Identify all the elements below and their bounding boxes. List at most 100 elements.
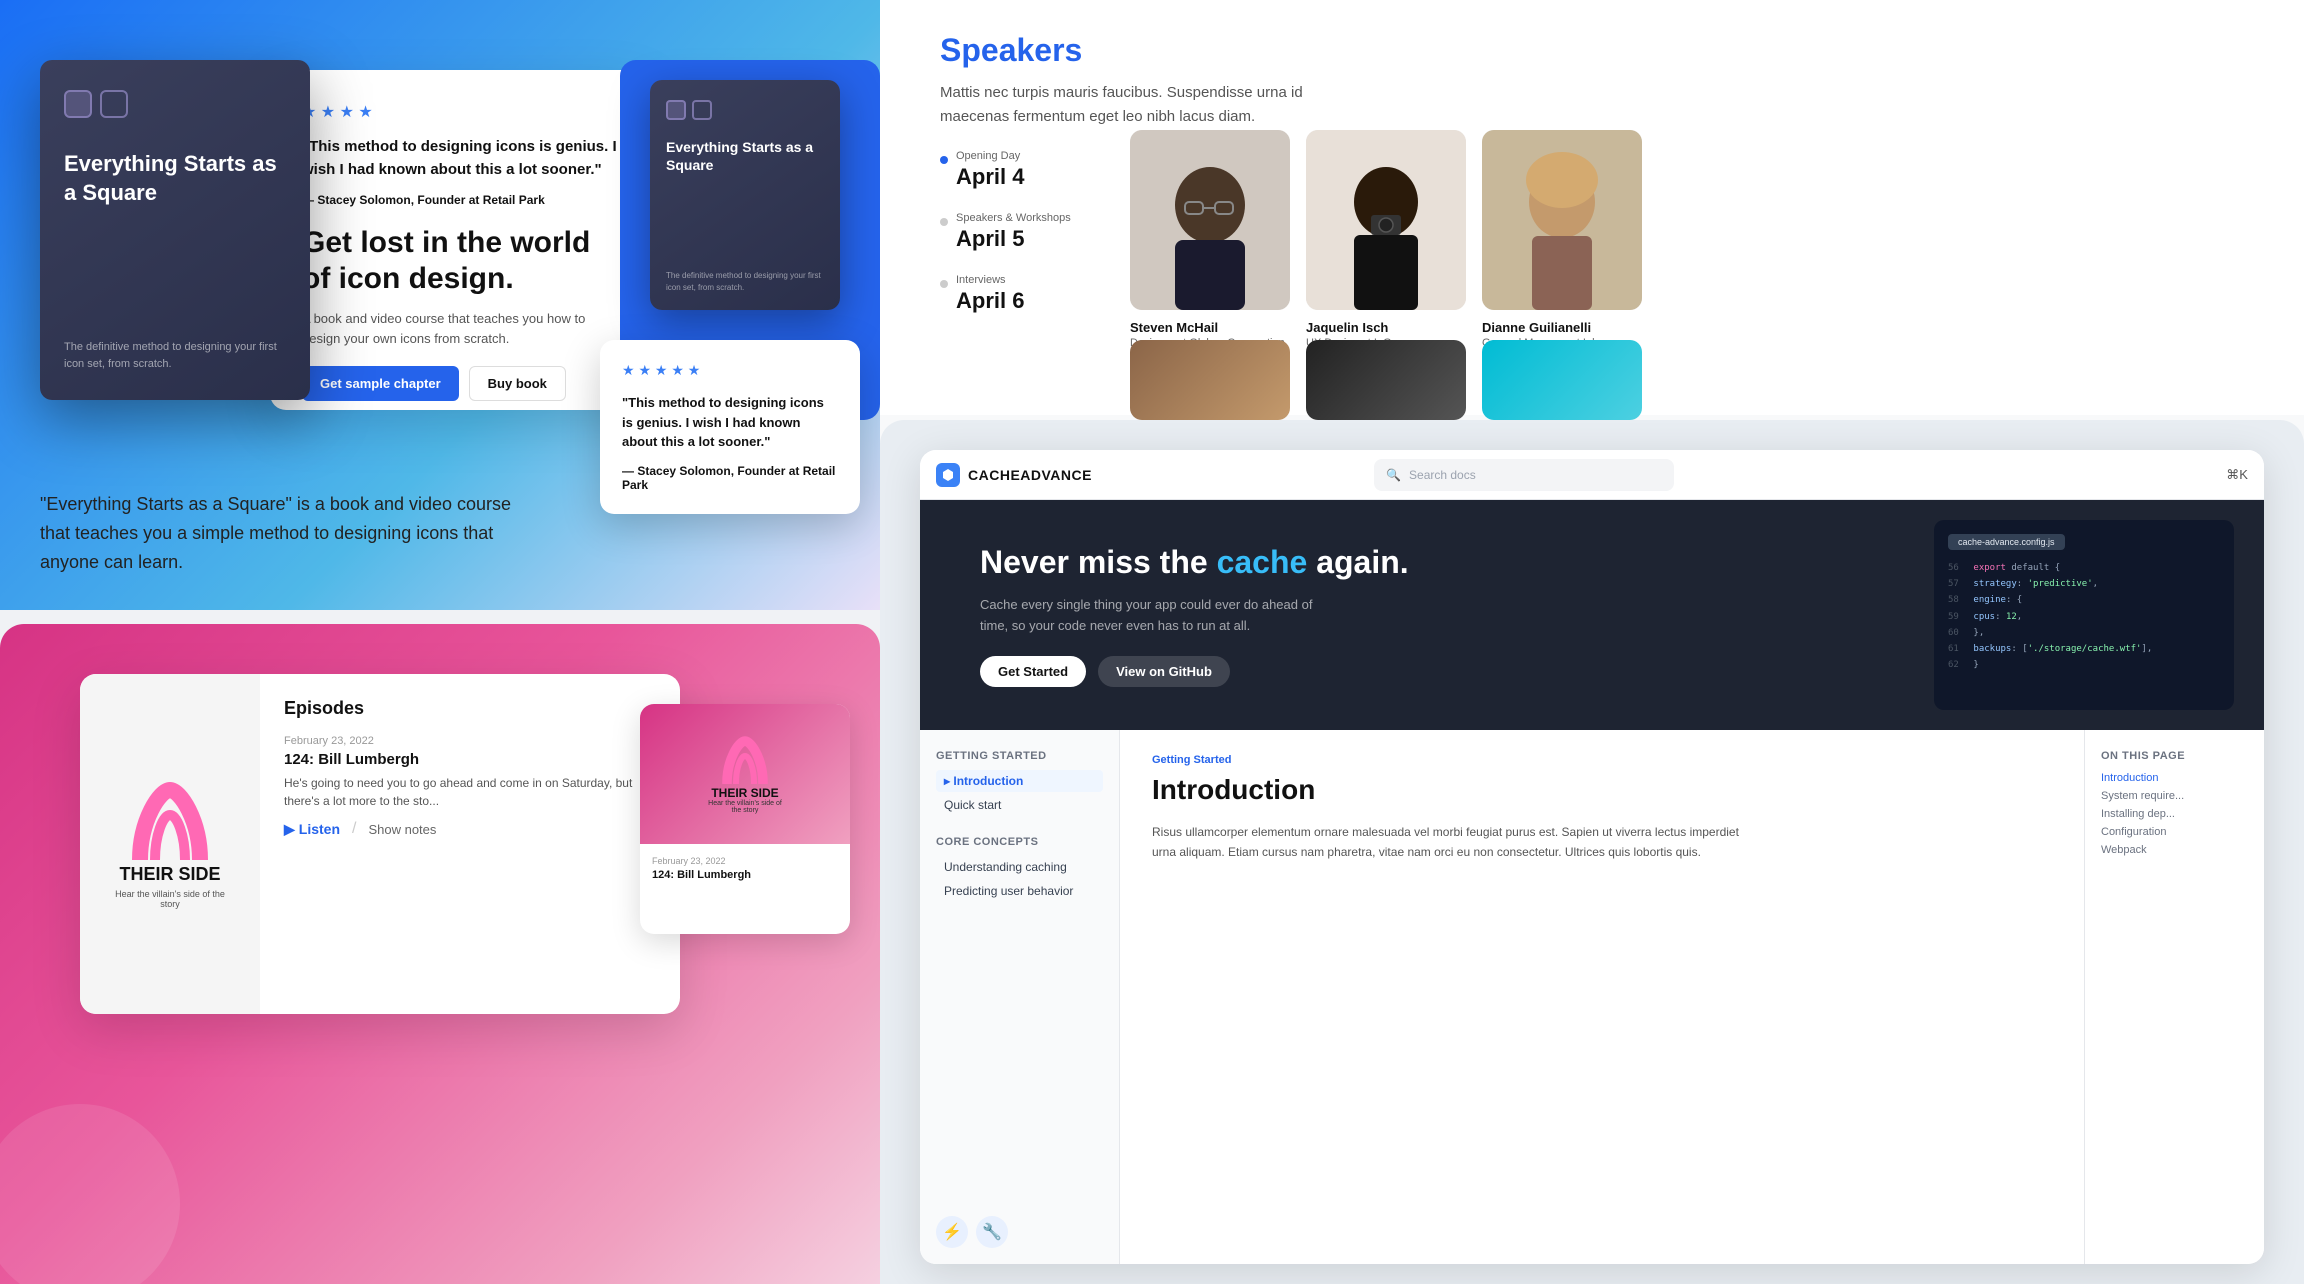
their-side-logo-icon <box>120 780 220 860</box>
icon-square-filled <box>64 90 92 118</box>
getting-started-breadcrumb: Getting Started <box>1152 754 2052 766</box>
get-started-button[interactable]: Get Started <box>980 656 1086 687</box>
docs-sidebar: Getting started ▸ Introduction Quick sta… <box>920 730 1120 1264</box>
their-side-logo: THEIR SIDE Hear the villain's side of th… <box>110 780 230 909</box>
search-icon: 🔍 <box>1386 468 1401 482</box>
product-heading: Get lost in the world of icon design. <box>302 225 618 297</box>
play-icon: ▶ <box>284 821 295 838</box>
docs-content: Getting Started Introduction Risus ullam… <box>1120 730 2084 1264</box>
docs-toc: On this page Introduction System require… <box>2084 730 2264 1264</box>
hero-title-part2: again. <box>1316 544 1408 580</box>
podcast-card-small: THEIR SIDE Hear the villain's side of th… <box>640 704 850 934</box>
search-placeholder: Search docs <box>1409 468 1476 482</box>
code-line-1: 57 strategy: 'predictive', <box>1948 576 2220 592</box>
small-podcast-logo-icon <box>715 734 775 784</box>
code-line-6: 62 } <box>1948 657 2220 673</box>
icon-sq-filled-sm <box>666 100 686 120</box>
schedule-date-1: April 5 <box>956 226 1140 252</box>
view-github-button[interactable]: View on GitHub <box>1098 656 1230 687</box>
small-their-side-logo: THEIR SIDE Hear the villain's side of th… <box>705 734 785 814</box>
speaker-photo-2 <box>1482 130 1642 310</box>
small-podcast-bg: THEIR SIDE Hear the villain's side of th… <box>640 704 850 844</box>
small-podcast-content: February 23, 2022 124: Bill Lumbergh <box>640 844 850 893</box>
schedule-item-2[interactable]: Interviews April 6 <box>940 274 1140 314</box>
listen-button[interactable]: ▶ Listen <box>284 821 340 838</box>
small-ep-title: 124: Bill Lumbergh <box>652 869 838 881</box>
their-side-sub: Hear the villain's side of the story <box>110 889 230 909</box>
hero-title-part1: Never miss the <box>980 544 1208 580</box>
episode-date: February 23, 2022 <box>284 735 656 747</box>
small-book-title: Everything Starts as a Square <box>666 138 830 174</box>
speakers-title: Speakers <box>940 32 2244 69</box>
small-ep-date: February 23, 2022 <box>652 856 838 866</box>
review-float-card: ★ ★ ★ ★ ★ "This method to designing icon… <box>600 340 860 514</box>
small-their-side-title: THEIR SIDE <box>711 786 778 800</box>
show-notes-button[interactable]: Show notes <box>368 822 436 837</box>
cache-logo-icon <box>936 463 960 487</box>
browser-search-bar[interactable]: 🔍 Search docs <box>1374 459 1674 491</box>
code-panel: cache-advance.config.js 56 export defaul… <box>1934 520 2234 710</box>
speaker-name-2: Dianne Guilianelli <box>1482 320 1642 335</box>
small-their-side-sub: Hear the villain's side of the story <box>705 800 785 814</box>
buy-book-button[interactable]: Buy book <box>469 366 566 401</box>
cache-brand-name: CACHEADVANCE <box>968 467 1092 483</box>
toc-item-0[interactable]: Introduction <box>2101 772 2248 784</box>
code-tab-config[interactable]: cache-advance.config.js <box>1948 534 2065 550</box>
small-book-subtitle: The definitive method to designing your … <box>666 270 830 294</box>
sidebar-item-caching[interactable]: Understanding caching <box>936 856 1103 878</box>
cache-section: CACHEADVANCE 🔍 Search docs ⌘K Never miss… <box>880 420 2304 1284</box>
curve-decoration <box>0 1104 180 1284</box>
toc-item-3[interactable]: Configuration <box>2101 826 2248 838</box>
speaker-card-2: Dianne Guilianelli General Manager at In… <box>1482 130 1642 349</box>
toc-item-2[interactable]: Installing dep... <box>2101 808 2248 820</box>
get-sample-button[interactable]: Get sample chapter <box>302 366 459 401</box>
episode-actions: ▶ Listen / Show notes <box>284 820 656 838</box>
product-desc: A book and video course that teaches you… <box>302 309 618 348</box>
float-stars: ★ ★ ★ ★ ★ <box>622 362 838 379</box>
bottom-section: THEIR SIDE Hear the villain's side of th… <box>0 624 880 1284</box>
speaker-name-0: Steven McHail <box>1130 320 1290 335</box>
book-card-small: Everything Starts as a Square The defini… <box>650 80 840 310</box>
sidebar-item-predicting[interactable]: Predicting user behavior <box>936 880 1103 902</box>
right-panel: Speakers Mattis nec turpis mauris faucib… <box>880 0 2304 1284</box>
book-main-title: Everything Starts as a Square <box>64 150 294 207</box>
schedule-item-1[interactable]: Speakers & Workshops April 5 <box>940 212 1140 252</box>
speaker-photos: Steven McHail Designer at Globex Corpora… <box>1130 130 1642 349</box>
float-review-author: — Stacey Solomon, Founder at Retail Park <box>622 464 838 492</box>
toc-item-1[interactable]: System require... <box>2101 790 2248 802</box>
sidebar-item-quick-start[interactable]: Quick start <box>936 794 1103 816</box>
sidebar-icon-1: 🔧 <box>976 1216 1008 1248</box>
speaker-avatar-2 <box>1482 130 1642 310</box>
schedule-item-0[interactable]: Opening Day April 4 <box>940 150 1140 190</box>
cache-hero: Never miss the cache again. Cache every … <box>920 500 2264 730</box>
speaker-photo-row2-1 <box>1306 340 1466 420</box>
schedule-label-1: Speakers & Workshops <box>956 212 1140 224</box>
icon-sq-outline-sm <box>692 100 712 120</box>
episode-title: 124: Bill Lumbergh <box>284 751 656 768</box>
toc-item-4[interactable]: Webpack <box>2101 844 2248 856</box>
code-line-0: 56 export default { <box>1948 560 2220 576</box>
sidebar-bottom-icons: ⚡ 🔧 <box>936 1216 1008 1248</box>
speaker-avatar-1 <box>1306 130 1466 310</box>
small-book-icons <box>666 100 712 120</box>
description-section: "Everything Starts as a Square" is a boo… <box>40 490 540 576</box>
speakers-section: Speakers Mattis nec turpis mauris faucib… <box>880 0 2304 415</box>
speaker-card-0: Steven McHail Designer at Globex Corpora… <box>1130 130 1290 349</box>
episodes-label: Episodes <box>284 698 656 719</box>
sidebar-section-getting-started: Getting started ▸ Introduction Quick sta… <box>936 750 1103 816</box>
cache-hero-desc: Cache every single thing your app could … <box>980 595 1320 637</box>
their-side-title: THEIR SIDE <box>119 864 220 885</box>
code-tabs: cache-advance.config.js <box>1948 534 2220 550</box>
speaker-photos-row2 <box>1130 340 1642 420</box>
podcast-logo-area: THEIR SIDE Hear the villain's side of th… <box>80 674 260 1014</box>
speaker-photo-row2-2 <box>1482 340 1642 420</box>
book-description: "Everything Starts as a Square" is a boo… <box>40 490 540 576</box>
sidebar-item-arrow: ▸ <box>944 774 953 788</box>
sidebar-item-introduction[interactable]: ▸ Introduction <box>936 770 1103 792</box>
speakers-desc: Mattis nec turpis mauris faucibus. Suspe… <box>940 81 1340 129</box>
book-icons <box>64 90 128 118</box>
review-text: "This method to designing icons is geniu… <box>302 136 618 181</box>
code-line-5: 61 backups: ['./storage/cache.wtf'], <box>1948 641 2220 657</box>
speaker-name-1: Jaquelin Isch <box>1306 320 1466 335</box>
code-content: 56 export default { 57 strategy: 'predic… <box>1948 560 2220 673</box>
